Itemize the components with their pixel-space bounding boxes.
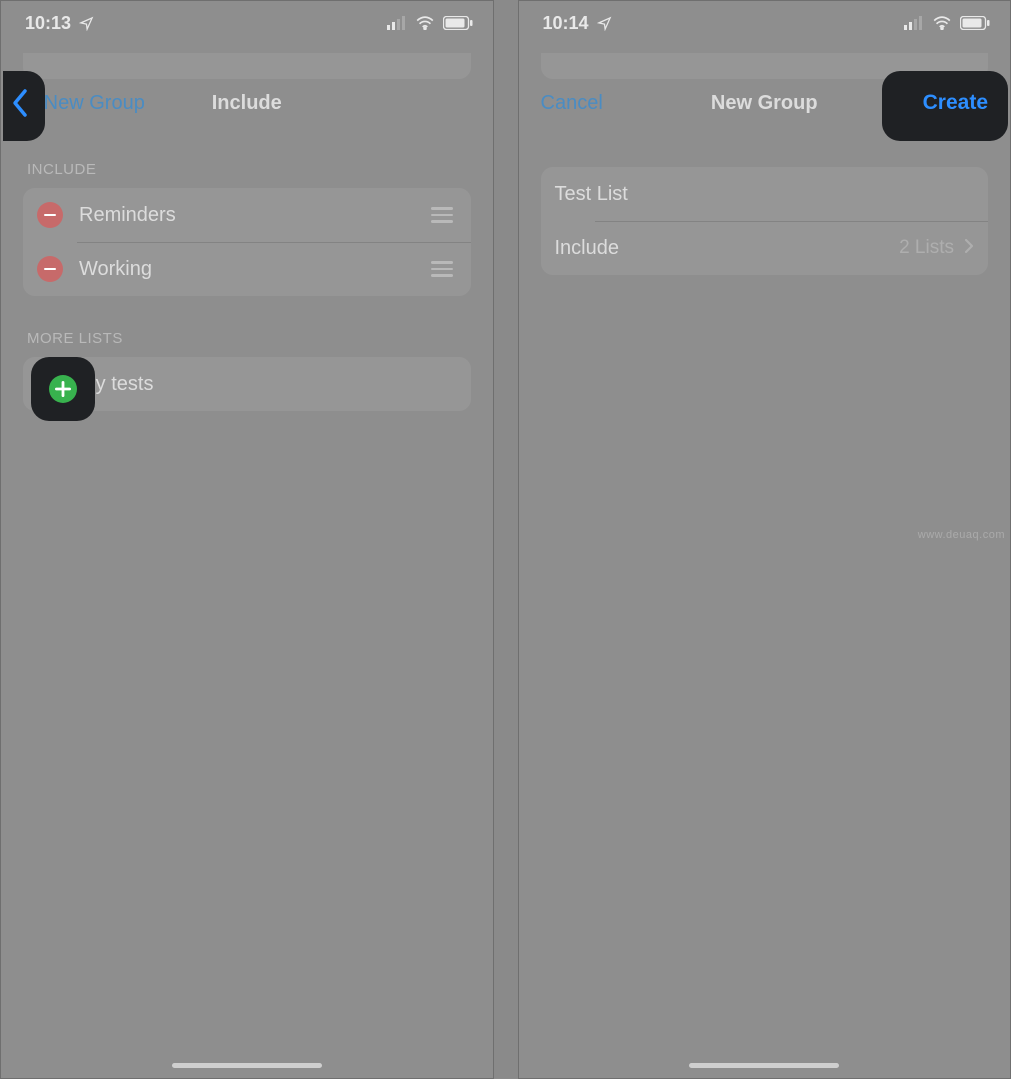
section-header-include: INCLUDE <box>27 161 471 178</box>
status-time: 10:13 <box>25 13 71 34</box>
home-indicator[interactable] <box>689 1063 839 1068</box>
list-row-mytests[interactable]: My tests <box>23 357 471 411</box>
reorder-handle-icon[interactable] <box>431 261 457 277</box>
nav-bar: ‹ New Group Include <box>1 79 493 127</box>
add-icon[interactable] <box>49 375 77 408</box>
chevron-right-icon <box>964 238 974 259</box>
phone-left: 10:13 ‹ New Group <box>0 0 494 1079</box>
section-header-more: MORE LISTS <box>27 330 471 347</box>
location-icon <box>597 16 612 31</box>
back-label: New Group <box>44 92 145 115</box>
status-bar: 10:14 <box>519 1 1011 45</box>
status-bar: 10:13 <box>1 1 493 45</box>
row-label: Reminders <box>79 204 431 227</box>
chevron-left-icon[interactable] <box>11 87 29 124</box>
status-time: 10:14 <box>543 13 589 34</box>
cancel-label: Cancel <box>541 92 603 115</box>
wifi-icon <box>932 16 952 30</box>
more-group: My tests <box>23 357 471 411</box>
new-group-form: Test List Include 2 Lists <box>541 167 989 275</box>
include-count: 2 Lists <box>899 237 954 259</box>
location-icon <box>79 16 94 31</box>
battery-icon <box>443 16 473 30</box>
remove-icon[interactable] <box>37 202 63 228</box>
cellular-icon <box>904 16 924 30</box>
list-row-reminders[interactable]: Reminders <box>23 188 471 242</box>
back-button[interactable]: ‹ New Group <box>23 92 145 115</box>
group-name-value: Test List <box>555 183 975 206</box>
row-label: Working <box>79 258 431 281</box>
search-field-collapsed[interactable] <box>23 53 471 79</box>
include-label: Include <box>555 237 900 260</box>
search-field-collapsed[interactable] <box>541 53 989 79</box>
watermark: www.deuaq.com <box>918 529 1005 541</box>
wifi-icon <box>415 16 435 30</box>
create-button[interactable]: Create <box>923 91 988 115</box>
home-indicator[interactable] <box>172 1063 322 1068</box>
reorder-handle-icon[interactable] <box>431 207 457 223</box>
cancel-button[interactable]: Cancel <box>541 92 603 115</box>
battery-icon <box>960 16 990 30</box>
group-name-field[interactable]: Test List <box>541 167 989 221</box>
cellular-icon <box>387 16 407 30</box>
list-row-working[interactable]: Working <box>23 242 471 296</box>
remove-icon[interactable] <box>37 256 63 282</box>
include-group: Reminders Working <box>23 188 471 296</box>
include-row[interactable]: Include 2 Lists <box>541 221 989 275</box>
row-label: My tests <box>79 373 457 396</box>
